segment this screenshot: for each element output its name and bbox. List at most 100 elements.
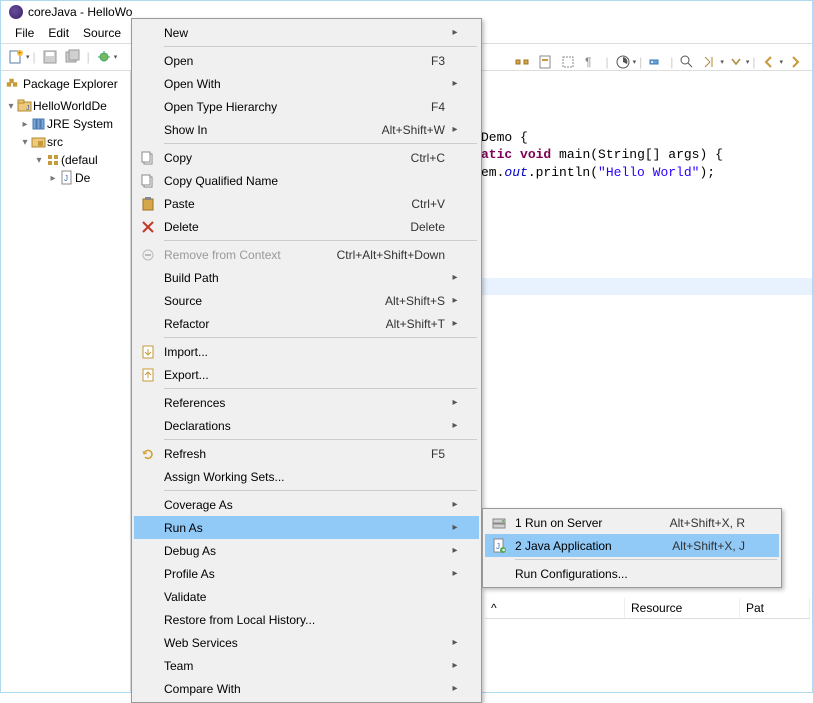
runas-item-run-configurations[interactable]: Run Configurations... (485, 562, 779, 585)
menu-shortcut: Ctrl+V (411, 197, 449, 211)
context-menu: New▸OpenF3Open With▸Open Type HierarchyF… (131, 18, 482, 703)
submenu-arrow-icon: ▸ (449, 295, 461, 306)
menu-shortcut: Alt+Shift+S (385, 294, 449, 308)
ctx-item-restore-from-local-history[interactable]: Restore from Local History... (134, 608, 479, 631)
package-explorer-panel: Package Explorer ▾ J HelloWorldDe ▸ JRE … (1, 71, 131, 692)
library-icon (31, 117, 47, 131)
ctx-item-coverage-as[interactable]: Coverage As▸ (134, 493, 479, 516)
ctx-item-source[interactable]: SourceAlt+Shift+S▸ (134, 289, 479, 312)
ctx-item-profile-as[interactable]: Profile As▸ (134, 562, 479, 585)
menu-file[interactable]: File (9, 25, 40, 41)
forward-icon[interactable] (784, 51, 806, 73)
ctx-item-assign-working-sets[interactable]: Assign Working Sets... (134, 465, 479, 488)
menu-shortcut: F5 (431, 447, 449, 461)
menu-shortcut: Ctrl+C (411, 151, 449, 165)
twisty-expanded-icon[interactable]: ▾ (5, 101, 17, 112)
ctx-item-debug-as[interactable]: Debug As ▸ (134, 539, 479, 562)
block-selection-icon[interactable] (557, 51, 579, 73)
table-header-blank[interactable]: ^ (485, 598, 625, 618)
ctx-item-references[interactable]: References▸ (134, 391, 479, 414)
tree-package[interactable]: ▾ (defaul (3, 151, 128, 169)
annotations-icon[interactable] (699, 51, 721, 73)
twisty-expanded-icon[interactable]: ▾ (33, 155, 45, 166)
new-button[interactable]: + (5, 46, 27, 68)
ctx-item-compare-with[interactable]: Compare With▸ (134, 677, 479, 700)
ctx-item-paste[interactable]: PasteCtrl+V (134, 192, 479, 215)
ctx-item-web-services[interactable]: Web Services▸ (134, 631, 479, 654)
table-header-resource[interactable]: Resource (625, 598, 740, 618)
ctx-item-show-in[interactable]: Show InAlt+Shift+W▸ (134, 118, 479, 141)
import-icon (134, 344, 162, 360)
ctx-item-open-with[interactable]: Open With ▸ (134, 72, 479, 95)
submenu-arrow-icon: ▸ (449, 420, 461, 431)
menu-edit[interactable]: Edit (42, 25, 75, 41)
copyq-icon (134, 173, 162, 189)
ctx-item-export[interactable]: Export... (134, 363, 479, 386)
tree-jre[interactable]: ▸ JRE System (3, 115, 128, 133)
menu-item-label: Debug As (162, 544, 445, 558)
submenu-arrow-icon: ▸ (449, 27, 461, 38)
ctx-item-declarations[interactable]: Declarations▸ (134, 414, 479, 437)
svg-text:J: J (64, 174, 68, 183)
search-icon[interactable] (676, 51, 698, 73)
run-as-submenu: 1 Run on ServerAlt+Shift+X, RJ2 Java App… (482, 508, 782, 588)
table-header-path[interactable]: Pat (740, 598, 810, 618)
menu-separator (164, 439, 477, 440)
menu-item-label: Profile As (162, 567, 445, 581)
submenu-arrow-icon: ▸ (449, 545, 461, 556)
back-icon[interactable] (758, 51, 780, 73)
menu-separator (515, 559, 777, 560)
submenu-arrow-icon: ▸ (449, 78, 461, 89)
java-icon: J (485, 538, 513, 554)
ctx-item-refresh[interactable]: RefreshF5 (134, 442, 479, 465)
pin-icon[interactable] (645, 51, 667, 73)
debug-button[interactable] (93, 46, 115, 68)
svg-text:+: + (18, 51, 22, 57)
ctx-item-copy[interactable]: CopyCtrl+C (134, 146, 479, 169)
ctx-item-new[interactable]: New ▸ (134, 21, 479, 44)
ctx-item-delete[interactable]: DeleteDelete (134, 215, 479, 238)
show-whitespace-icon[interactable]: ¶ (580, 51, 602, 73)
save-all-button[interactable] (62, 46, 84, 68)
twisty-expanded-icon[interactable]: ▾ (19, 137, 31, 148)
ctx-item-import[interactable]: Import... (134, 340, 479, 363)
save-button[interactable] (39, 46, 61, 68)
menu-item-label: New (162, 26, 445, 40)
ctx-item-validate[interactable]: Validate (134, 585, 479, 608)
ctx-item-open-type-hierarchy[interactable]: Open Type HierarchyF4 (134, 95, 479, 118)
tree-project[interactable]: ▾ J HelloWorldDe (3, 97, 128, 115)
menu-separator (164, 490, 477, 491)
package-explorer-icon (5, 77, 19, 91)
menu-shortcut: Alt+Shift+W (382, 123, 449, 137)
toggle-breadcrumb-icon[interactable] (511, 51, 533, 73)
menu-item-label: Open (162, 54, 431, 68)
ctx-item-refactor[interactable]: RefactorAlt+Shift+T▸ (134, 312, 479, 335)
menu-item-label: Copy Qualified Name (162, 174, 445, 188)
package-icon (45, 153, 61, 167)
menu-item-label: Open Type Hierarchy (162, 100, 431, 114)
menu-item-label: Open With (162, 77, 445, 91)
package-explorer-title: Package Explorer (23, 77, 118, 91)
twisty-collapsed-icon[interactable]: ▸ (19, 119, 31, 130)
next-annotation-icon[interactable] (725, 51, 747, 73)
twisty-collapsed-icon[interactable]: ▸ (47, 173, 59, 184)
ctx-item-team[interactable]: Team▸ (134, 654, 479, 677)
menu-item-label: Import... (162, 345, 445, 359)
mark-occurrences-icon[interactable] (534, 51, 556, 73)
ctx-item-build-path[interactable]: Build Path▸ (134, 266, 479, 289)
tree-label: src (47, 135, 63, 149)
tree-src[interactable]: ▾ src (3, 133, 128, 151)
ctx-item-run-as[interactable]: Run As▸ (134, 516, 479, 539)
profile-dropdown-icon[interactable] (612, 51, 634, 73)
export-icon (134, 367, 162, 383)
menu-item-label: Copy (162, 151, 411, 165)
menu-source[interactable]: Source (77, 25, 127, 41)
ctx-item-open[interactable]: OpenF3 (134, 49, 479, 72)
runas-item-1-run-on-server[interactable]: 1 Run on ServerAlt+Shift+X, R (485, 511, 779, 534)
menu-item-label: Team (162, 659, 445, 673)
ctx-item-copy-qualified-name[interactable]: Copy Qualified Name (134, 169, 479, 192)
runas-item-2-java-application[interactable]: J2 Java ApplicationAlt+Shift+X, J (485, 534, 779, 557)
tree-java-file[interactable]: ▸ J De (3, 169, 128, 187)
svg-text:¶: ¶ (585, 55, 591, 69)
svg-text:J: J (26, 105, 30, 112)
